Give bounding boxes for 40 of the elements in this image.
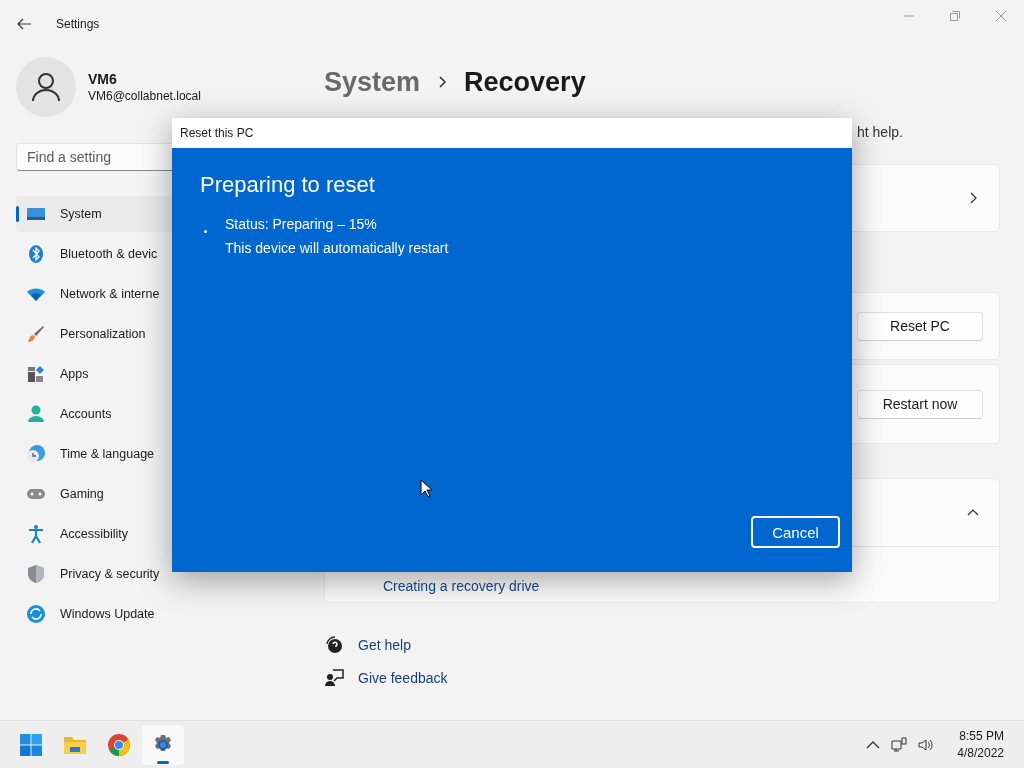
description-text: ht help.	[857, 124, 904, 142]
action-button[interactable]: Restart now	[857, 389, 983, 419]
cursor-icon	[420, 479, 432, 498]
browser-icon	[107, 732, 131, 757]
brush-icon	[26, 324, 46, 344]
accessibility-icon	[26, 524, 46, 544]
breadcrumb-parent[interactable]: System	[324, 66, 421, 98]
accounts-icon	[26, 404, 46, 424]
status-text: This device will automatically restart	[225, 240, 449, 256]
chevron-icon	[436, 76, 449, 88]
dialog-heading: Preparing to reset	[200, 172, 376, 198]
user-email: VM6@collabnet.local	[88, 89, 201, 103]
taskbar-app[interactable]	[142, 724, 184, 765]
bluetooth-icon	[26, 244, 46, 264]
user-name: VM6	[88, 71, 118, 87]
cancel-button[interactable]: Cancel	[751, 516, 840, 548]
apps-icon	[26, 364, 46, 384]
time-icon	[26, 444, 46, 464]
clock-time[interactable]: 8:55 PM	[959, 727, 1004, 745]
shield-icon	[26, 564, 46, 584]
dialog-title: Reset this PC	[180, 126, 254, 140]
spinner-dot	[204, 230, 207, 233]
recovery-link[interactable]: Creating a recovery drive	[383, 578, 540, 594]
back-icon[interactable]	[16, 16, 32, 32]
help-link[interactable]: Give feedback	[358, 670, 448, 686]
window-title: Settings	[56, 17, 100, 31]
help-icon	[324, 635, 344, 655]
restore-icon[interactable]	[949, 10, 961, 22]
monitor-icon[interactable]	[891, 736, 908, 753]
clock-date[interactable]: 4/8/2022	[957, 744, 1004, 762]
action-button[interactable]: Reset PC	[857, 311, 983, 341]
sidebar-item[interactable]: Windows Update	[16, 596, 292, 632]
page-title: Recovery	[464, 66, 586, 98]
help-link[interactable]: Get help	[358, 637, 411, 653]
feedback-icon	[324, 668, 344, 688]
close-icon[interactable]	[995, 10, 1007, 22]
update-icon	[26, 604, 46, 624]
volume-icon[interactable]	[917, 736, 934, 753]
sidebar-item[interactable]: Privacy & security	[16, 556, 292, 592]
start-icon	[19, 732, 43, 757]
